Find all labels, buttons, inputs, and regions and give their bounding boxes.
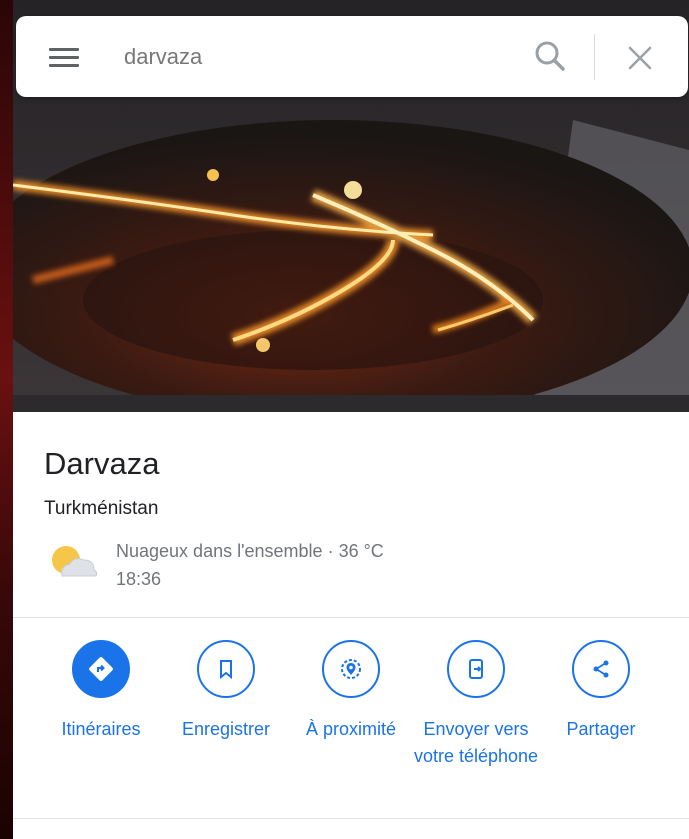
divider bbox=[13, 818, 689, 819]
nearby-button[interactable]: À proximité bbox=[286, 640, 416, 743]
share-label: Partager bbox=[566, 719, 636, 739]
search-input[interactable] bbox=[124, 40, 504, 74]
partly-cloudy-icon bbox=[44, 540, 100, 580]
weather-time: 18:36 bbox=[116, 569, 162, 589]
nearby-label: À proximité bbox=[305, 719, 397, 739]
share-icon bbox=[572, 640, 630, 698]
search-bar bbox=[16, 16, 688, 97]
send-to-phone-icon bbox=[447, 640, 505, 698]
weather-info: Nuageux dans l'ensemble · 36 °C 18:36 bbox=[116, 537, 384, 593]
weather-condition: Nuageux dans l'ensemble · 36 °C bbox=[116, 541, 384, 561]
directions-label: Itinéraires bbox=[61, 719, 141, 739]
save-label: Enregistrer bbox=[181, 719, 271, 739]
search-icon[interactable] bbox=[530, 36, 570, 76]
directions-icon bbox=[72, 640, 130, 698]
menu-icon[interactable] bbox=[46, 42, 82, 72]
close-icon[interactable] bbox=[620, 38, 660, 78]
place-country: Turkménistan bbox=[44, 498, 159, 519]
send-to-phone-label: Envoyer vers votre téléphone bbox=[413, 719, 539, 766]
divider bbox=[13, 617, 689, 618]
place-title: Darvaza bbox=[44, 446, 160, 481]
place-panel: Darvaza Turkménistan Nuageux dans l'ense… bbox=[13, 0, 689, 839]
save-button[interactable]: Enregistrer bbox=[161, 640, 291, 743]
nearby-icon bbox=[322, 640, 380, 698]
bookmark-icon bbox=[197, 640, 255, 698]
directions-button[interactable]: Itinéraires bbox=[36, 640, 166, 743]
send-to-phone-button[interactable]: Envoyer vers votre téléphone bbox=[411, 640, 541, 770]
search-divider bbox=[594, 34, 595, 80]
action-bar: Itinéraires Enregistrer À proximité Envo… bbox=[13, 640, 689, 810]
share-button[interactable]: Partager bbox=[536, 640, 666, 743]
